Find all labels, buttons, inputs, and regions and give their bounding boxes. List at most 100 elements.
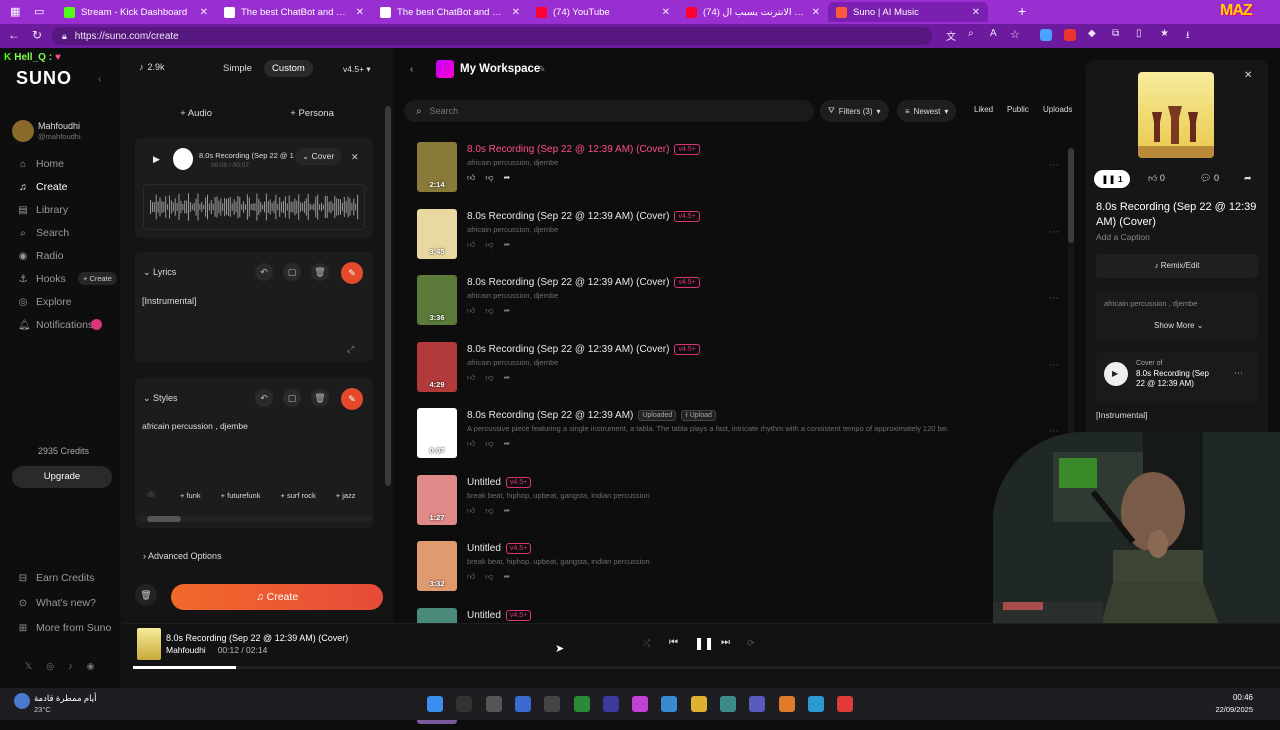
upload-badge[interactable]: ⭱ Upload [681, 410, 716, 421]
add-persona-button[interactable]: + Persona [290, 108, 334, 119]
more-icon[interactable]: ⋯ [1049, 160, 1059, 171]
sidebar-item-library[interactable]: ▤ Library [18, 204, 68, 216]
x-icon[interactable]: 𝕏 [25, 661, 32, 672]
mode-custom-tab[interactable]: Custom [264, 60, 313, 77]
filters-button[interactable]: ⛛ Filters (3) ▾ [820, 100, 889, 122]
pause-icon[interactable]: ❚❚ [694, 636, 714, 650]
chrome-icon[interactable] [837, 696, 854, 712]
dislike-icon[interactable]: 👎︎ [485, 373, 493, 383]
edit-icon[interactable]: ✎ [538, 64, 546, 75]
zoom-icon[interactable]: ⌕ [968, 28, 974, 39]
sidebar-item-search[interactable]: ⌕ Search [18, 227, 69, 239]
song-thumbnail[interactable]: 3:36 [417, 275, 457, 325]
magic-wand-icon[interactable]: ✎ [341, 388, 363, 410]
playing-count-pill[interactable]: ❚❚ 1 [1094, 170, 1130, 188]
like-icon[interactable]: 👍︎ [467, 506, 475, 516]
extension-icon[interactable] [1040, 29, 1052, 41]
mode-simple-tab[interactable]: Simple [215, 60, 260, 77]
song-title[interactable]: Untitled [467, 543, 501, 554]
refresh-icon[interactable]: ↻ [32, 28, 42, 42]
back-icon[interactable]: ← [8, 28, 20, 42]
trash-icon[interactable]: 🗑︎ [311, 263, 329, 281]
share-icon[interactable]: ➦ [504, 306, 511, 316]
copilot-icon[interactable] [632, 696, 649, 712]
player-thumbnail[interactable] [137, 628, 161, 660]
song-title[interactable]: 8.0s Recording (Sep 22 @ 12:39 AM) (Cove… [467, 144, 669, 155]
more-icon[interactable]: ⋯ [1049, 227, 1059, 238]
close-tab-icon[interactable]: ✕ [972, 7, 980, 18]
dislike-icon[interactable]: 👎︎ [485, 506, 493, 516]
translate-icon[interactable]: 文 [946, 28, 956, 43]
filter-uploads[interactable]: Uploads [1043, 105, 1072, 114]
like-button[interactable]: 👍︎ 0 [1148, 173, 1165, 184]
dislike-icon[interactable]: 👎︎ [485, 439, 493, 449]
trash-icon[interactable]: 🗑︎ [311, 389, 329, 407]
extensions-icon[interactable]: ⧉ [1112, 28, 1119, 39]
dislike-icon[interactable]: 👎︎ [485, 306, 493, 316]
close-tab-icon[interactable]: ✕ [356, 7, 364, 18]
song-thumbnail[interactable]: 1:27 [417, 474, 457, 525]
sidebar-item-hooks[interactable]: ⚓︎ Hooks [18, 273, 66, 285]
avatar[interactable] [12, 120, 34, 142]
upgrade-button[interactable]: Upgrade [12, 466, 112, 488]
share-icon[interactable]: ➦ [504, 572, 511, 582]
dislike-icon[interactable]: 👎︎ [485, 173, 493, 183]
app-icon[interactable] [720, 696, 736, 712]
song-title[interactable]: 8.0s Recording (Sep 22 @ 12:39 AM) (Cove… [467, 344, 669, 355]
discord-icon[interactable]: ◉ [87, 661, 95, 672]
song-thumbnail[interactable]: 3:32 [417, 541, 457, 591]
play-icon[interactable]: ▶ [1112, 369, 1118, 378]
close-icon[interactable]: ✕ [351, 152, 359, 163]
expand-icon[interactable]: ⤢ [347, 344, 354, 355]
magic-wand-icon[interactable]: ✎ [341, 262, 363, 284]
suno-logo[interactable]: SUNO [16, 68, 72, 89]
song-title[interactable]: 8.0s Recording (Sep 22 @ 12:39 AM) (Cove… [467, 211, 669, 222]
close-tab-icon[interactable]: ✕ [662, 7, 670, 18]
app-icon[interactable] [661, 696, 678, 712]
version-select[interactable]: v4.5+ ▾ [343, 64, 371, 75]
tab-actions-icon[interactable]: ▭ [34, 5, 44, 18]
style-tag-chip[interactable]: + surf rock [273, 488, 322, 503]
browser-tab[interactable]: Suno | AI Music ✕ [828, 2, 988, 22]
hooks-create-button[interactable]: + Create [78, 272, 117, 285]
style-tag-chip[interactable]: + futurefunk [214, 488, 268, 503]
like-icon[interactable]: 👍︎ [467, 306, 475, 316]
player-artist[interactable]: Mahfoudhi [166, 645, 206, 655]
close-tab-icon[interactable]: ✕ [812, 7, 820, 18]
song-title[interactable]: 8.0s Recording (Sep 22 @ 12:39 AM) [467, 410, 633, 421]
url-field[interactable]: 🔒︎ https://suno.com/create [52, 27, 932, 45]
close-tab-icon[interactable]: ✕ [200, 7, 208, 18]
add-caption[interactable]: Add a Caption [1096, 232, 1150, 242]
like-icon[interactable]: 👍︎ [467, 439, 475, 449]
song-thumbnail[interactable]: 4:29 [417, 341, 457, 392]
sidebar-footer-item[interactable]: ⊟ Earn Credits [18, 572, 95, 584]
song-thumbnail[interactable]: 0:07 [417, 408, 457, 458]
like-icon[interactable]: 👍︎ [467, 373, 475, 383]
favorites-icon[interactable]: ★ [1160, 28, 1169, 39]
song-row[interactable]: 0:07 8.0s Recording (Sep 22 @ 12:39 AM) Up… [417, 408, 1067, 464]
split-screen-icon[interactable]: ▯ [1136, 28, 1142, 39]
extension-icon[interactable] [1064, 29, 1076, 41]
search-icon[interactable] [456, 696, 473, 712]
play-icon[interactable]: ▶ [153, 154, 160, 165]
app-icon[interactable] [573, 696, 590, 712]
song-row[interactable]: 2:14 8.0s Recording (Sep 22 @ 12:39 AM) (… [417, 142, 1067, 198]
styles-toggle[interactable]: ⌄ Styles [143, 393, 178, 404]
browser-tab[interactable]: The best ChatBot and Widgets fo ✕ [372, 2, 528, 22]
style-tag-chip[interactable]: + funk [173, 488, 208, 503]
file-explorer-icon[interactable] [690, 696, 707, 712]
more-icon[interactable]: ⋯ [1049, 360, 1059, 371]
downloads-icon[interactable]: ⭳ [1186, 28, 1190, 45]
create-button[interactable]: ♫ Create [171, 584, 383, 610]
weather-icon[interactable] [14, 693, 30, 709]
close-tab-icon[interactable]: ✕ [512, 7, 520, 18]
weather-text[interactable]: أيام ممطرة قادمة [34, 693, 96, 704]
song-row[interactable]: 1:27 Untitled v4.5+ break beat, hiphop, upb… [417, 474, 1067, 531]
browser-tab[interactable]: Stream - Kick Dashboard ✕ [56, 2, 216, 22]
undo-icon[interactable]: ↶ [255, 263, 273, 281]
tiktok-icon[interactable]: ♪ [68, 661, 73, 672]
sidebar-footer-item[interactable]: ⊙ What's new? [18, 597, 96, 609]
share-icon[interactable]: ➦ [504, 439, 511, 449]
like-icon[interactable]: 👍︎ [467, 572, 475, 582]
sidebar-item-explore[interactable]: ◎ Explore [18, 296, 72, 308]
